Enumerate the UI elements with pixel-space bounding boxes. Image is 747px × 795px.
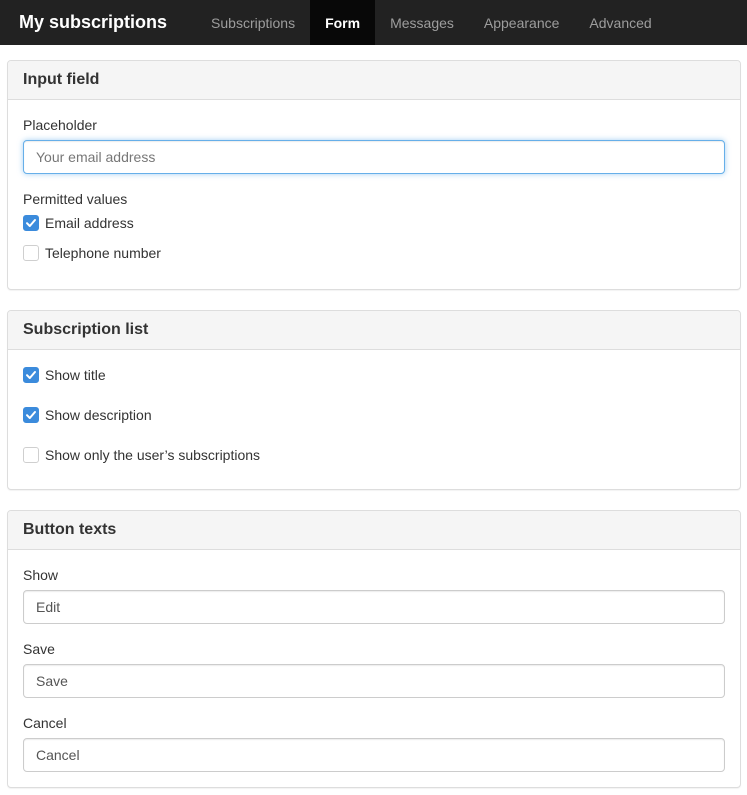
panel-title: Subscription list	[8, 311, 740, 350]
tab-advanced[interactable]: Advanced	[574, 0, 666, 45]
permitted-values-label: Permitted values	[23, 191, 128, 207]
placeholder-input[interactable]	[23, 140, 725, 174]
checkbox-label: Show only the user’s subscriptions	[45, 447, 261, 463]
option-show-description[interactable]: Show description	[23, 407, 152, 423]
tab-appearance[interactable]: Appearance	[469, 0, 575, 45]
checkbox-checked-icon[interactable]	[23, 215, 39, 231]
show-text-input[interactable]	[23, 590, 725, 624]
cancel-text-input[interactable]	[23, 738, 725, 772]
checkbox-label: Show title	[45, 367, 106, 383]
checkbox-unchecked-icon[interactable]	[23, 447, 39, 463]
input-field-panel: Input field Placeholder Permitted values…	[7, 60, 741, 290]
checkbox-checked-icon[interactable]	[23, 407, 39, 423]
save-text-input[interactable]	[23, 664, 725, 698]
button-texts-panel: Button texts Show Save Cancel	[7, 510, 741, 788]
show-label: Show	[23, 567, 59, 583]
placeholder-label: Placeholder	[23, 117, 97, 133]
checkbox-checked-icon[interactable]	[23, 367, 39, 383]
top-navbar: My subscriptions Subscriptions Form Mess…	[0, 0, 747, 45]
tab-subscriptions[interactable]: Subscriptions	[196, 0, 310, 45]
option-telephone-number[interactable]: Telephone number	[23, 245, 161, 261]
checkbox-label: Email address	[45, 215, 134, 231]
panel-title: Input field	[8, 61, 740, 100]
tab-form[interactable]: Form	[310, 0, 376, 45]
save-label: Save	[23, 641, 55, 657]
panel-title: Button texts	[8, 511, 740, 550]
checkbox-unchecked-icon[interactable]	[23, 245, 39, 261]
checkbox-label: Show description	[45, 407, 152, 423]
subscription-list-panel: Subscription list Show title Show descri…	[7, 310, 741, 490]
checkbox-label: Telephone number	[45, 245, 161, 261]
brand-link[interactable]: My subscriptions	[0, 0, 196, 45]
tab-messages[interactable]: Messages	[375, 0, 469, 45]
option-show-title[interactable]: Show title	[23, 367, 106, 383]
option-email-address[interactable]: Email address	[23, 215, 134, 231]
option-show-only-user-subscriptions[interactable]: Show only the user’s subscriptions	[23, 447, 260, 463]
cancel-label: Cancel	[23, 715, 67, 731]
